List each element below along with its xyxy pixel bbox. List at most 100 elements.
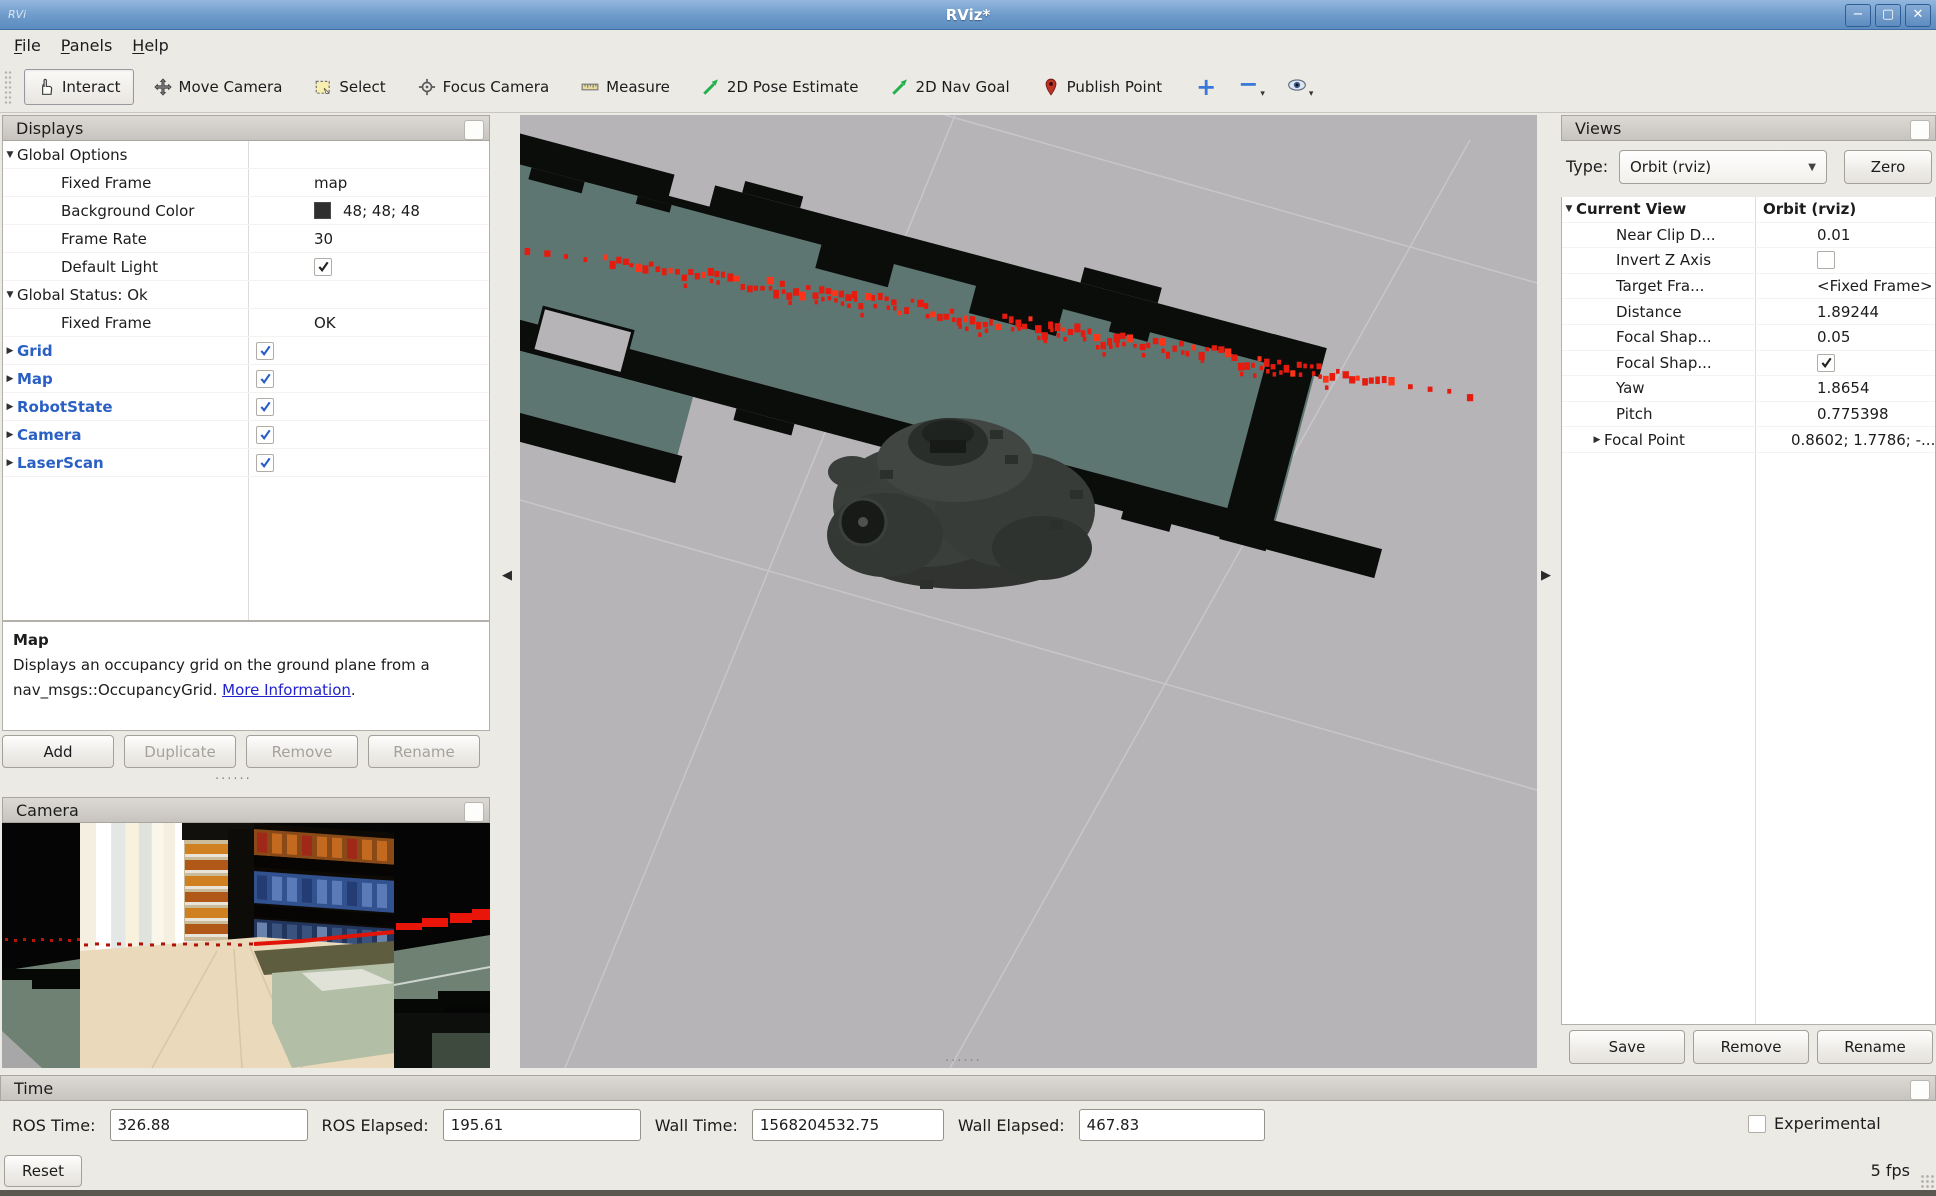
views-row-yaw[interactable]: Yaw1.8654: [1562, 376, 1935, 402]
views-row-current-view[interactable]: ▼Current ViewOrbit (rviz): [1562, 197, 1935, 223]
views-panel-header[interactable]: Views: [1561, 115, 1936, 141]
displays-row-fixed-frame[interactable]: Fixed FrameOK: [3, 309, 489, 337]
rename-button[interactable]: Rename: [1817, 1030, 1933, 1064]
ros-elapsed-input[interactable]: 195.61: [443, 1109, 641, 1141]
tool-measure[interactable]: Measure: [569, 70, 682, 104]
tool-visibility-button[interactable]: [1287, 75, 1307, 95]
splitter-handle-dots[interactable]: ······: [215, 772, 252, 787]
row-value-cell[interactable]: [1809, 251, 1835, 269]
rename-button[interactable]: Rename: [368, 735, 480, 768]
view-type-combo[interactable]: Orbit (rviz) ▼: [1619, 150, 1827, 184]
row-checkbox-focal-shap[interactable]: [1817, 354, 1835, 372]
tool-interact[interactable]: Interact: [24, 69, 134, 105]
displays-row-global-status-ok[interactable]: ▼Global Status: Ok: [3, 281, 489, 309]
views-row-distance[interactable]: Distance1.89244: [1562, 299, 1935, 325]
row-value-cell[interactable]: [248, 370, 274, 388]
row-value-cell[interactable]: map: [306, 174, 347, 192]
experimental-checkbox[interactable]: [1748, 1115, 1766, 1133]
expander-icon[interactable]: ▶: [3, 402, 17, 412]
zero-button[interactable]: Zero: [1844, 150, 1932, 184]
bottom-splitter-dots[interactable]: ······: [945, 1054, 982, 1069]
tool-2d-pose-estimate[interactable]: 2D Pose Estimate: [690, 70, 871, 104]
views-row-pitch[interactable]: Pitch0.775398: [1562, 402, 1935, 428]
ros-time-input[interactable]: 326.88: [110, 1109, 308, 1141]
remove-button[interactable]: Remove: [246, 735, 358, 768]
row-value-cell[interactable]: [1809, 354, 1835, 372]
row-value-cell[interactable]: 1.89244: [1809, 303, 1879, 321]
reset-button[interactable]: Reset: [4, 1155, 82, 1187]
menu-file[interactable]: File: [4, 32, 51, 59]
row-value-cell[interactable]: 48; 48; 48: [306, 202, 420, 220]
time-panel-header[interactable]: Time: [0, 1075, 1936, 1101]
minimize-button[interactable]: −: [1845, 4, 1871, 27]
displays-row-frame-rate[interactable]: Frame Rate30: [3, 225, 489, 253]
row-value-cell[interactable]: OK: [306, 314, 336, 332]
row-value-cell[interactable]: Orbit (rviz): [1755, 200, 1856, 218]
row-checkbox-laserscan[interactable]: [256, 454, 274, 472]
row-value-cell[interactable]: 0.01: [1809, 226, 1850, 244]
expander-icon[interactable]: ▶: [3, 458, 17, 468]
camera-panel-header[interactable]: Camera: [2, 797, 490, 823]
tool-2d-nav-goal[interactable]: 2D Nav Goal: [879, 70, 1022, 104]
row-checkbox-camera[interactable]: [256, 426, 274, 444]
chevron-down-icon[interactable]: ▾: [1309, 89, 1314, 99]
time-float-button[interactable]: [1910, 1080, 1930, 1100]
chevron-down-icon[interactable]: ▾: [1260, 89, 1265, 99]
expander-icon[interactable]: ▶: [1590, 435, 1604, 445]
camera-float-button[interactable]: [464, 802, 484, 822]
tool-publish-point[interactable]: Publish Point: [1030, 70, 1174, 104]
row-checkbox-map[interactable]: [256, 370, 274, 388]
expander-icon[interactable]: ▶: [3, 346, 17, 356]
row-value-cell[interactable]: 0.05: [1809, 328, 1850, 346]
displays-row-grid[interactable]: ▶Grid: [3, 337, 489, 365]
remove-tool-button[interactable]: −: [1238, 75, 1258, 93]
displays-row-global-options[interactable]: ▼Global Options: [3, 141, 489, 169]
remove-button[interactable]: Remove: [1693, 1030, 1809, 1064]
displays-float-button[interactable]: [464, 120, 484, 140]
row-value-cell[interactable]: [248, 426, 274, 444]
more-information-link[interactable]: More Information: [222, 681, 351, 699]
row-value-cell[interactable]: [248, 398, 274, 416]
row-checkbox-grid[interactable]: [256, 342, 274, 360]
views-row-focal-point[interactable]: ▶Focal Point0.8602; 1.7786; -...: [1562, 427, 1935, 453]
views-row-invert-z-axis[interactable]: Invert Z Axis: [1562, 248, 1935, 274]
add-button[interactable]: Add: [2, 735, 114, 768]
displays-row-robotstate[interactable]: ▶RobotState: [3, 393, 489, 421]
title-bar[interactable]: RVi RViz* −▢✕: [0, 0, 1936, 30]
expander-icon[interactable]: ▶: [3, 374, 17, 384]
row-value-cell[interactable]: 0.8602; 1.7786; -...: [1783, 431, 1935, 449]
views-row-focal-shap[interactable]: Focal Shap...0.05: [1562, 325, 1935, 351]
close-button[interactable]: ✕: [1905, 4, 1931, 27]
row-value-cell[interactable]: 1.8654: [1809, 379, 1870, 397]
row-value-cell[interactable]: 0.775398: [1809, 405, 1889, 423]
views-row-target-fra[interactable]: Target Fra...<Fixed Frame>: [1562, 274, 1935, 300]
expander-icon[interactable]: ▼: [3, 290, 17, 300]
expander-icon[interactable]: ▶: [3, 430, 17, 440]
displays-row-camera[interactable]: ▶Camera: [3, 421, 489, 449]
save-button[interactable]: Save: [1569, 1030, 1685, 1064]
views-row-focal-shap[interactable]: Focal Shap...: [1562, 351, 1935, 377]
views-float-button[interactable]: [1910, 120, 1930, 140]
menu-panels[interactable]: Panels: [51, 32, 123, 59]
row-value-cell[interactable]: [248, 454, 274, 472]
displays-panel-header[interactable]: Displays: [2, 115, 490, 141]
tool-focus-camera[interactable]: Focus Camera: [406, 70, 561, 104]
expander-icon[interactable]: ▼: [1562, 204, 1576, 214]
row-value-cell[interactable]: 30: [306, 230, 333, 248]
views-row-near-clip-d[interactable]: Near Clip D...0.01: [1562, 223, 1935, 249]
add-tool-button[interactable]: +: [1196, 78, 1216, 96]
displays-row-default-light[interactable]: Default Light: [3, 253, 489, 281]
row-value-cell[interactable]: [306, 258, 332, 276]
collapse-right-icon[interactable]: ▶: [1541, 568, 1551, 583]
displays-row-fixed-frame[interactable]: Fixed Framemap: [3, 169, 489, 197]
render-viewport-3d[interactable]: [520, 115, 1537, 1068]
menu-help[interactable]: Help: [122, 32, 178, 59]
expander-icon[interactable]: ▼: [3, 150, 17, 160]
wall-time-input[interactable]: 1568204532.75: [752, 1109, 944, 1141]
row-checkbox-robotstate[interactable]: [256, 398, 274, 416]
row-checkbox-invert-z-axis[interactable]: [1817, 251, 1835, 269]
resize-grip[interactable]: [1920, 1174, 1934, 1188]
wall-elapsed-input[interactable]: 467.83: [1079, 1109, 1265, 1141]
collapse-left-icon[interactable]: ◀: [502, 568, 512, 583]
row-value-cell[interactable]: [248, 342, 274, 360]
